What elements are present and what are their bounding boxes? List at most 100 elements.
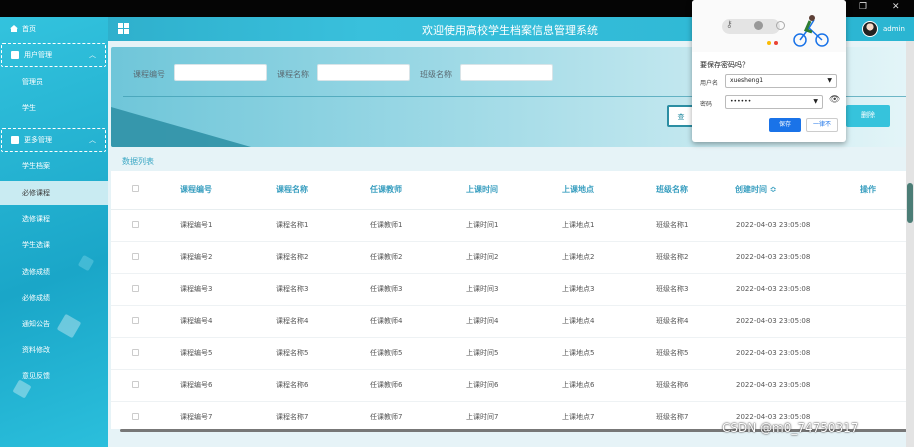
column-header[interactable]: 课程名称	[275, 171, 369, 210]
class-name-label: 班级名称	[420, 70, 452, 79]
row-checkbox[interactable]	[132, 412, 139, 420]
popup-username-field[interactable]: xuesheng1 ▼	[725, 74, 837, 88]
table-cell: 班级名称4	[655, 305, 735, 338]
never-save-button[interactable]: 一律不	[806, 118, 838, 132]
user-icon	[11, 51, 19, 59]
table-cell	[831, 273, 906, 306]
table-cell: 任课教师4	[369, 305, 465, 338]
sidebar-item-required-course[interactable]: 必修课程	[0, 181, 108, 205]
class-name-input[interactable]	[460, 64, 553, 81]
list-title: 数据列表	[122, 157, 154, 166]
table-cell: 任课教师5	[369, 337, 465, 370]
course-no-input[interactable]	[174, 64, 267, 81]
table-cell: 2022-04-03 23:05:08	[735, 241, 831, 274]
row-checkbox[interactable]	[132, 316, 139, 324]
select-all-checkbox[interactable]	[132, 185, 139, 193]
sidebar-group-user-management[interactable]: 用户管理 ︿	[1, 43, 106, 67]
table-cell: 上课时间3	[465, 273, 561, 306]
column-header[interactable]: 课程编号	[179, 171, 275, 210]
restore-icon[interactable]: ❐	[859, 2, 867, 12]
save-password-button[interactable]: 保存	[769, 118, 801, 132]
sidebar-item-elective-course[interactable]: 选修课程	[0, 212, 108, 226]
table-cell: 任课教师3	[369, 273, 465, 306]
folder-icon	[11, 136, 19, 144]
table-cell: 课程编号6	[179, 369, 275, 402]
table-cell: 课程名称2	[275, 241, 369, 274]
row-checkbox[interactable]	[132, 220, 139, 228]
table-cell	[831, 337, 906, 370]
query-button[interactable]: 查	[667, 105, 695, 127]
chevron-up-icon: ︿	[89, 51, 96, 59]
sidebar-item-student-archive[interactable]: 学生档案	[0, 159, 108, 173]
table-cell: 上课地点1	[561, 209, 655, 242]
sidebar-item-elective-score[interactable]: 选修成绩	[0, 265, 108, 279]
row-checkbox-cell	[111, 209, 179, 242]
popup-password-value: ••••••	[730, 98, 752, 105]
table-cell: 2022-04-03 23:05:08	[735, 369, 831, 402]
column-header[interactable]: 上课时间	[465, 171, 561, 210]
table-cell: 课程名称6	[275, 369, 369, 402]
sidebar-group-label: 更多管理	[24, 136, 52, 144]
table-row: 课程编号6 课程名称6 任课教师6 上课时间6 上课地点6 班级名称6 2022-04-03…	[111, 369, 906, 402]
key-icon: ⚷	[726, 20, 733, 30]
table-cell: 2022-04-03 23:05:08	[735, 305, 831, 338]
username-label: admin	[883, 25, 905, 33]
vertical-scrollbar[interactable]	[906, 41, 914, 447]
column-header[interactable]: 上课地点	[561, 171, 655, 210]
popup-username-label: 用户名	[700, 80, 719, 87]
chevron-down-icon[interactable]: ▼	[827, 75, 832, 87]
table-header-row: 课程编号 课程名称 任课教师 上课时间 上课地点 班级名称 创建时间 ≎ 操作	[111, 171, 906, 210]
user-menu[interactable]: admin	[862, 21, 905, 37]
sidebar: 首页 用户管理 ︿ 管理员 学生 更多管理 ︿ 学生档案 必修课程 选修课程 学…	[0, 17, 108, 447]
course-no-label: 课程编号	[133, 70, 165, 79]
delete-button[interactable]: 删除	[846, 105, 890, 127]
sidebar-group-label: 用户管理	[24, 51, 52, 59]
table-cell: 班级名称6	[655, 369, 735, 402]
sidebar-item-notice[interactable]: 通知公告	[0, 317, 108, 331]
course-name-label: 课程名称	[277, 70, 309, 79]
sidebar-item-course-selection[interactable]: 学生选课	[0, 238, 108, 252]
column-header[interactable]: 任课教师	[369, 171, 465, 210]
row-checkbox[interactable]	[132, 284, 139, 292]
row-checkbox-cell	[111, 369, 179, 402]
table-cell: 任课教师6	[369, 369, 465, 402]
sidebar-item-admin[interactable]: 管理员	[0, 75, 108, 89]
table-cell: 上课地点6	[561, 369, 655, 402]
column-header[interactable]: 班级名称	[655, 171, 735, 210]
table-cell	[831, 369, 906, 402]
table-row: 课程编号3 课程名称3 任课教师3 上课时间3 上课地点3 班级名称3 2022-04-03…	[111, 273, 906, 306]
table-cell: 2022-04-03 23:05:08	[735, 337, 831, 370]
course-name-input[interactable]	[317, 64, 410, 81]
row-checkbox[interactable]	[132, 252, 139, 260]
table-cell: 上课时间2	[465, 241, 561, 274]
sidebar-item-feedback[interactable]: 意见反馈	[0, 369, 108, 383]
sidebar-item-profile[interactable]: 资料修改	[0, 343, 108, 357]
eye-icon[interactable]: 👁	[829, 95, 840, 105]
table-cell: 课程名称5	[275, 337, 369, 370]
sidebar-group-more-management[interactable]: 更多管理 ︿	[1, 128, 106, 152]
close-icon[interactable]: ✕	[892, 2, 900, 12]
sidebar-item-student[interactable]: 学生	[0, 101, 108, 115]
popup-password-label: 密码	[700, 101, 713, 108]
table-cell: 任课教师7	[369, 401, 465, 429]
table-cell: 2022-04-03 23:05:08	[735, 209, 831, 242]
table-cell: 班级名称5	[655, 337, 735, 370]
table-cell: 上课地点3	[561, 273, 655, 306]
sidebar-item-home[interactable]: 首页	[0, 22, 108, 36]
popup-password-field[interactable]: •••••• ▼	[725, 95, 823, 109]
table-cell: 任课教师2	[369, 241, 465, 274]
table-cell: 课程编号5	[179, 337, 275, 370]
sidebar-item-required-score[interactable]: 必修成绩	[0, 291, 108, 305]
table-cell: 上课地点2	[561, 241, 655, 274]
chevron-down-icon[interactable]: ▼	[813, 96, 818, 108]
table-row: 课程编号1 课程名称1 任课教师1 上课时间1 上课地点1 班级名称1 2022-04-03…	[111, 209, 906, 242]
row-checkbox[interactable]	[132, 348, 139, 356]
table-cell: 班级名称3	[655, 273, 735, 306]
table-cell: 2022-04-03 23:05:08	[735, 273, 831, 306]
scroll-thumb[interactable]	[907, 183, 913, 223]
row-checkbox[interactable]	[132, 380, 139, 388]
column-header[interactable]: 创建时间 ≎	[735, 171, 831, 210]
table-cell: 课程名称7	[275, 401, 369, 429]
table-cell: 课程名称1	[275, 209, 369, 242]
popup-illustration: ⚷	[692, 0, 846, 52]
